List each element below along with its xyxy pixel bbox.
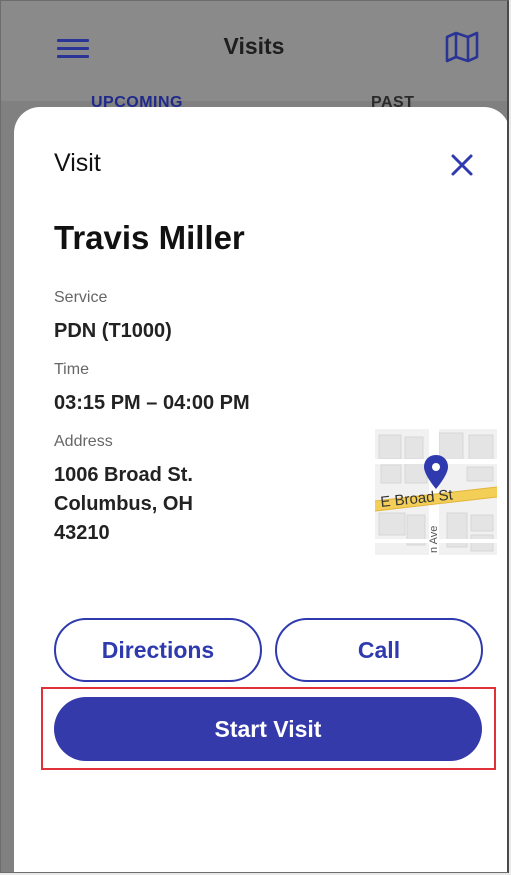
address-line-city: Columbus, OH bbox=[54, 493, 193, 515]
phone-frame: Visits UPCOMING PAST Visit Travis Miller… bbox=[0, 0, 509, 873]
address-line-zip: 43210 bbox=[54, 522, 110, 544]
close-icon[interactable] bbox=[444, 147, 480, 183]
address-value: 1006 Broad St. Columbus, OH 43210 bbox=[54, 461, 193, 548]
patient-name: Travis Miller bbox=[54, 219, 245, 256]
map-cross-street-label: n Ave bbox=[428, 526, 440, 553]
sheet-title: Visit bbox=[54, 149, 101, 177]
time-value: 03:15 PM – 04:00 PM bbox=[54, 392, 250, 414]
app-bar: Visits UPCOMING PAST bbox=[1, 1, 507, 111]
map-graphic: E Broad St n Ave bbox=[375, 429, 497, 555]
visit-bottom-sheet: Visit Travis Miller Service PDN (T1000) … bbox=[14, 107, 507, 872]
time-label: Time bbox=[54, 361, 89, 378]
address-line-street: 1006 Broad St. bbox=[54, 464, 193, 486]
address-label: Address bbox=[54, 433, 113, 450]
app-bar-title: Visits bbox=[223, 33, 285, 59]
service-label: Service bbox=[54, 289, 108, 306]
directions-button[interactable]: Directions bbox=[54, 618, 262, 682]
start-visit-button[interactable]: Start Visit bbox=[54, 697, 482, 761]
call-button[interactable]: Call bbox=[275, 618, 483, 682]
map-icon[interactable] bbox=[444, 31, 480, 63]
service-value: PDN (T1000) bbox=[54, 320, 172, 342]
map-thumbnail[interactable]: E Broad St n Ave bbox=[375, 429, 497, 555]
